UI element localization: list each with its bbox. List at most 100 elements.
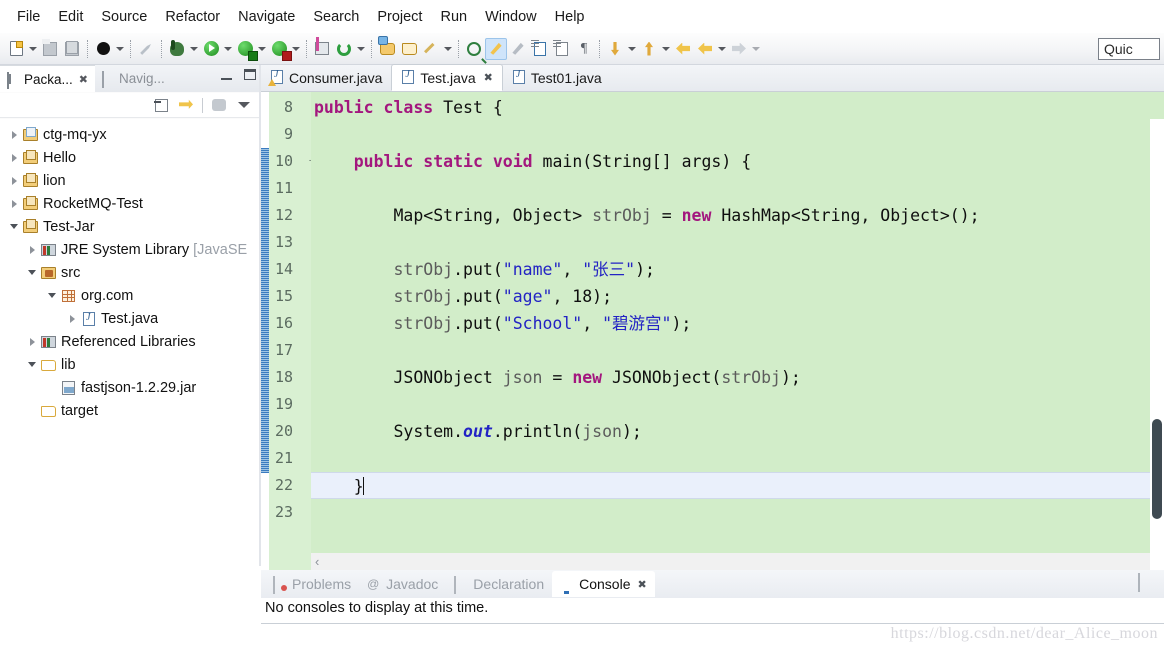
code-line-21[interactable] bbox=[311, 445, 1164, 472]
code-text-area[interactable]: public class Test { public static void m… bbox=[311, 92, 1164, 570]
tree-item-org-com[interactable]: org.com bbox=[0, 284, 261, 307]
menu-item-file[interactable]: File bbox=[8, 7, 49, 27]
tree-item-hello[interactable]: Hello bbox=[0, 146, 261, 169]
code-line-11[interactable] bbox=[311, 175, 1164, 202]
refresh-icon[interactable] bbox=[333, 38, 355, 60]
twisty-right-icon[interactable] bbox=[6, 199, 22, 208]
tree-item-lib[interactable]: lib bbox=[0, 353, 261, 376]
open-console-icon[interactable] bbox=[1138, 573, 1158, 592]
focus-on-active-task-icon[interactable] bbox=[210, 96, 228, 114]
next-annotation-dropdown-icon[interactable] bbox=[626, 38, 638, 60]
code-line-17[interactable] bbox=[311, 337, 1164, 364]
skip-breakpoints-icon[interactable] bbox=[135, 38, 157, 60]
save-all-icon[interactable] bbox=[61, 38, 83, 60]
close-icon[interactable]: ✖ bbox=[484, 71, 493, 84]
scroll-left-icon[interactable]: ‹ bbox=[315, 554, 319, 569]
previous-annotation-dropdown-icon[interactable] bbox=[660, 38, 672, 60]
back-dropdown-icon[interactable] bbox=[716, 38, 728, 60]
menu-item-help[interactable]: Help bbox=[546, 7, 594, 27]
code-line-16[interactable]: strObj.put("School", "碧游宫"); bbox=[311, 310, 1164, 337]
open-type-icon[interactable] bbox=[376, 38, 398, 60]
menu-item-edit[interactable]: Edit bbox=[49, 7, 92, 27]
save-icon[interactable] bbox=[39, 38, 61, 60]
menu-item-project[interactable]: Project bbox=[368, 7, 431, 27]
toggle-markoccurrences-icon[interactable] bbox=[485, 37, 507, 60]
tree-item-referenced-libraries[interactable]: Referenced Libraries bbox=[0, 330, 261, 353]
code-line-9[interactable] bbox=[311, 121, 1164, 148]
twisty-right-icon[interactable] bbox=[24, 337, 40, 346]
menu-item-run[interactable]: Run bbox=[431, 7, 476, 27]
twisty-right-icon[interactable] bbox=[6, 130, 22, 139]
tab-test-java[interactable]: Test.java ✖ bbox=[391, 64, 503, 91]
maximize-button[interactable] bbox=[244, 69, 256, 80]
debug-icon[interactable] bbox=[166, 38, 188, 60]
toggle-blockselection-icon[interactable] bbox=[507, 38, 529, 60]
tree-item-jre-system-library[interactable]: JRE System Library [JavaSE bbox=[0, 238, 261, 261]
menu-item-refactor[interactable]: Refactor bbox=[156, 7, 229, 27]
tab-consumer-java[interactable]: Consumer.java bbox=[261, 64, 391, 91]
close-icon[interactable]: ✖ bbox=[79, 73, 88, 86]
code-line-20[interactable]: System.out.println(json); bbox=[311, 418, 1164, 445]
search-icon[interactable] bbox=[463, 38, 485, 60]
twisty-down-icon[interactable] bbox=[44, 293, 60, 298]
twisty-down-icon[interactable] bbox=[24, 270, 40, 275]
code-editor[interactable]: 7 8 9 10 − 11 12 13 14 15 16 17 18 19 20… bbox=[261, 92, 1164, 570]
scrollbar-thumb[interactable] bbox=[1152, 419, 1162, 519]
open-task-dropdown-icon[interactable] bbox=[442, 38, 454, 60]
run-icon[interactable] bbox=[200, 38, 222, 60]
previous-annotation-icon[interactable] bbox=[638, 38, 660, 60]
tree-item-fastjson-jar[interactable]: fastjson-1.2.29.jar bbox=[0, 376, 261, 399]
twisty-down-icon[interactable] bbox=[24, 362, 40, 367]
forward-icon[interactable] bbox=[728, 38, 750, 60]
open-task-icon[interactable] bbox=[420, 38, 442, 60]
twisty-right-icon[interactable] bbox=[6, 153, 22, 162]
coverage-icon[interactable] bbox=[268, 38, 290, 60]
twisty-right-icon[interactable] bbox=[6, 176, 22, 185]
tree-item-target[interactable]: target bbox=[0, 399, 261, 422]
tab-console[interactable]: Console ✖ bbox=[552, 571, 655, 597]
code-line-13[interactable] bbox=[311, 229, 1164, 256]
open-resource-icon[interactable] bbox=[398, 38, 420, 60]
twisty-right-icon[interactable] bbox=[64, 314, 80, 323]
twisty-right-icon[interactable] bbox=[24, 245, 40, 254]
person-dropdown-icon[interactable] bbox=[114, 38, 126, 60]
tree-item-rocketmq-test[interactable]: RocketMQ-Test bbox=[0, 192, 261, 215]
editor-horizontal-scrollbar[interactable]: ‹ bbox=[311, 553, 1150, 570]
code-line-15[interactable]: strObj.put("age", 18); bbox=[311, 283, 1164, 310]
new-java-package-icon[interactable] bbox=[311, 38, 333, 60]
run-dropdown-icon[interactable] bbox=[222, 38, 234, 60]
tab-navigator[interactable]: Navig... bbox=[95, 65, 172, 92]
tab-javadoc[interactable]: @ Javadoc bbox=[359, 571, 446, 597]
tree-item-test-java[interactable]: Test.java bbox=[0, 307, 261, 330]
tree-item-ctg-mq-yx[interactable]: ctg-mq-yx bbox=[0, 123, 261, 146]
back-icon[interactable] bbox=[694, 38, 716, 60]
debug-dropdown-icon[interactable] bbox=[188, 38, 200, 60]
last-edit-location-icon[interactable] bbox=[672, 38, 694, 60]
person-icon[interactable] bbox=[92, 38, 114, 60]
view-menu-icon[interactable] bbox=[235, 96, 253, 114]
new-wizard-dropdown-icon[interactable] bbox=[27, 38, 39, 60]
tree-item-src[interactable]: src bbox=[0, 261, 261, 284]
tab-test01-java[interactable]: Test01.java bbox=[503, 64, 611, 91]
code-line-19[interactable] bbox=[311, 391, 1164, 418]
run-external-tools-icon[interactable] bbox=[234, 38, 256, 60]
next-annotation-icon[interactable] bbox=[604, 38, 626, 60]
code-line-14[interactable]: strObj.put("name", "张三"); bbox=[311, 256, 1164, 283]
quick-access-input[interactable]: Quic bbox=[1098, 38, 1160, 60]
menu-item-search[interactable]: Search bbox=[304, 7, 368, 27]
code-line-10[interactable]: public static void main(String[] args) { bbox=[311, 148, 1164, 175]
code-line-8[interactable]: public class Test { bbox=[311, 94, 1164, 121]
tree-item-test-jar[interactable]: Test-Jar bbox=[0, 215, 261, 238]
toggle-wordwrap-icon[interactable] bbox=[529, 38, 551, 60]
minimize-button[interactable] bbox=[220, 69, 234, 83]
editor-vertical-scrollbar[interactable] bbox=[1150, 119, 1164, 570]
tab-declaration[interactable]: Declaration bbox=[446, 571, 552, 597]
toggle-lineno-icon[interactable] bbox=[551, 38, 573, 60]
menu-item-source[interactable]: Source bbox=[92, 7, 156, 27]
code-line-18[interactable]: JSONObject json = new JSONObject(strObj)… bbox=[311, 364, 1164, 391]
twisty-down-icon[interactable] bbox=[6, 224, 22, 229]
link-with-editor-icon[interactable] bbox=[177, 96, 195, 114]
tree-item-lion[interactable]: lion bbox=[0, 169, 261, 192]
collapse-all-icon[interactable] bbox=[152, 96, 170, 114]
new-wizard-icon[interactable] bbox=[5, 38, 27, 60]
